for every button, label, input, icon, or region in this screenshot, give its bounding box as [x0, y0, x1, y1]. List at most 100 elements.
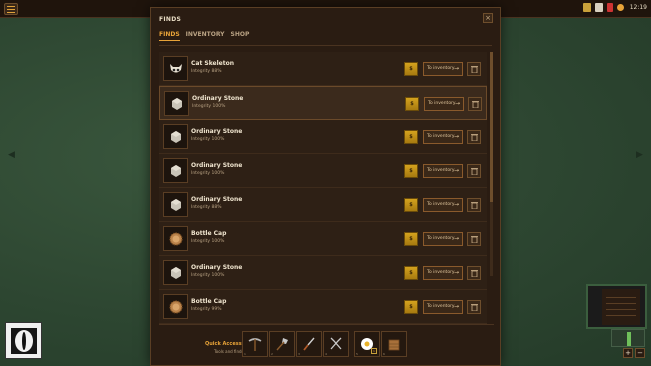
- delete-button[interactable]: [467, 164, 481, 178]
- mail-icon[interactable]: [594, 3, 603, 12]
- list-item[interactable]: Ordinary Stone Integrity 100% $ To inven…: [159, 120, 487, 154]
- slot-number: 4: [325, 352, 327, 356]
- folder-icon[interactable]: [582, 3, 591, 12]
- item-name: Ordinary Stone: [191, 196, 243, 203]
- status-area: 12:19: [582, 3, 647, 12]
- item-thumbnail: [163, 226, 188, 251]
- to-inventory-label: To inventory: [427, 66, 455, 71]
- bottle-icon: [627, 332, 631, 346]
- quick-slots: 1 2 3 4 5 1 6: [242, 331, 407, 357]
- delete-button[interactable]: [467, 62, 481, 76]
- arrow-right-icon: →: [454, 100, 460, 107]
- to-inventory-label: To inventory: [427, 134, 455, 139]
- trash-icon: [470, 202, 478, 209]
- to-inventory-label: To inventory: [427, 168, 455, 173]
- basket-icon: [388, 339, 400, 351]
- sell-button[interactable]: $: [404, 232, 418, 246]
- delete-button[interactable]: [468, 97, 482, 111]
- scrollbar-thumb[interactable]: [490, 52, 493, 202]
- sell-button[interactable]: $: [404, 300, 418, 314]
- trash-icon: [470, 304, 478, 311]
- trash-icon: [471, 101, 479, 108]
- to-inventory-button[interactable]: To inventory →: [423, 62, 463, 76]
- list-item[interactable]: Ordinary Stone Integrity 100% $ To inven…: [159, 86, 487, 120]
- quick-slot[interactable]: 2: [269, 331, 295, 357]
- battery-icon: [606, 3, 613, 12]
- item-count-badge: 1: [371, 348, 377, 354]
- tab-bar: FINDS INVENTORY SHOP: [159, 31, 249, 41]
- quick-slot[interactable]: 1: [242, 331, 268, 357]
- to-inventory-button[interactable]: To inventory →: [423, 266, 463, 280]
- minimap-preview: [602, 289, 640, 325]
- sell-button[interactable]: $: [404, 164, 418, 178]
- trash-icon: [470, 270, 478, 277]
- item-thumbnail: [164, 91, 189, 116]
- menu-button[interactable]: [4, 3, 18, 15]
- sun-icon: [616, 4, 624, 11]
- list-item[interactable]: Ordinary Stone Integrity 100% $ To inven…: [159, 256, 487, 290]
- delete-button[interactable]: [467, 198, 481, 212]
- stone-icon: [170, 198, 181, 211]
- item-name: Ordinary Stone: [192, 95, 244, 102]
- to-inventory-button[interactable]: To inventory →: [423, 198, 463, 212]
- delete-button[interactable]: [467, 266, 481, 280]
- to-inventory-label: To inventory: [427, 236, 455, 241]
- delete-button[interactable]: [467, 300, 481, 314]
- trash-icon: [470, 168, 478, 175]
- quick-slot[interactable]: 6: [381, 331, 407, 357]
- list-item[interactable]: Ordinary Stone Integrity 88% $ To invent…: [159, 188, 487, 222]
- bottle-cap-icon: [168, 231, 183, 246]
- quick-access-subtitle: Tools and finds: [214, 349, 244, 354]
- avatar[interactable]: [5, 322, 42, 359]
- minimap-footer: [611, 329, 645, 347]
- item-integrity: Integrity 88%: [191, 69, 222, 74]
- to-inventory-label: To inventory: [427, 304, 455, 309]
- arrow-right-icon: →: [453, 65, 459, 72]
- stone-icon: [170, 164, 181, 177]
- zoom-in-button[interactable]: +: [623, 348, 633, 358]
- to-inventory-button[interactable]: To inventory →: [423, 300, 463, 314]
- delete-button[interactable]: [467, 232, 481, 246]
- list-item[interactable]: Ordinary Stone Integrity 100% $ To inven…: [159, 154, 487, 188]
- pliers-icon: [330, 337, 342, 350]
- item-name: Cat Skeleton: [191, 60, 235, 67]
- sell-button[interactable]: $: [405, 97, 419, 111]
- cat-eye-icon: [10, 327, 37, 354]
- left-arrow-icon: ◀: [8, 150, 15, 160]
- sell-button[interactable]: $: [404, 130, 418, 144]
- to-inventory-label: To inventory: [428, 101, 456, 106]
- list-item[interactable]: Bottle Cap Integrity 99% $ To inventory →: [159, 290, 487, 324]
- stone-icon: [170, 130, 181, 143]
- item-name: Bottle Cap: [191, 230, 227, 237]
- quick-slot[interactable]: 4: [323, 331, 349, 357]
- tab-inventory[interactable]: INVENTORY: [186, 31, 225, 41]
- sell-button[interactable]: $: [404, 62, 418, 76]
- quick-slot[interactable]: 5 1: [354, 331, 380, 357]
- delete-button[interactable]: [467, 130, 481, 144]
- quick-slot[interactable]: 3: [296, 331, 322, 357]
- to-inventory-button[interactable]: To inventory →: [423, 164, 463, 178]
- skull-icon: [169, 63, 182, 72]
- to-inventory-button[interactable]: To inventory →: [423, 232, 463, 246]
- stone-icon: [170, 266, 181, 279]
- zoom-out-button[interactable]: −: [635, 348, 645, 358]
- tab-shop[interactable]: SHOP: [231, 31, 250, 41]
- sell-button[interactable]: $: [404, 266, 418, 280]
- scrollbar[interactable]: [490, 52, 493, 276]
- to-inventory-button[interactable]: To inventory →: [423, 130, 463, 144]
- list-item[interactable]: Cat Skeleton Integrity 88% $ To inventor…: [159, 52, 487, 86]
- list-item[interactable]: Bottle Cap Integrity 100% $ To inventory…: [159, 222, 487, 256]
- finds-modal: FINDS × FINDS INVENTORY SHOP Cat Skeleto…: [150, 7, 501, 366]
- close-button[interactable]: ×: [483, 13, 493, 23]
- slot-number: 6: [383, 352, 385, 356]
- to-inventory-label: To inventory: [427, 202, 455, 207]
- sell-button[interactable]: $: [404, 198, 418, 212]
- minimap[interactable]: [586, 284, 647, 329]
- trash-icon: [470, 236, 478, 243]
- tab-finds[interactable]: FINDS: [159, 31, 180, 41]
- item-thumbnail: [163, 158, 188, 183]
- item-integrity: Integrity 100%: [191, 239, 225, 244]
- to-inventory-button[interactable]: To inventory →: [424, 97, 464, 111]
- arrow-right-icon: →: [453, 167, 459, 174]
- item-thumbnail: [163, 192, 188, 217]
